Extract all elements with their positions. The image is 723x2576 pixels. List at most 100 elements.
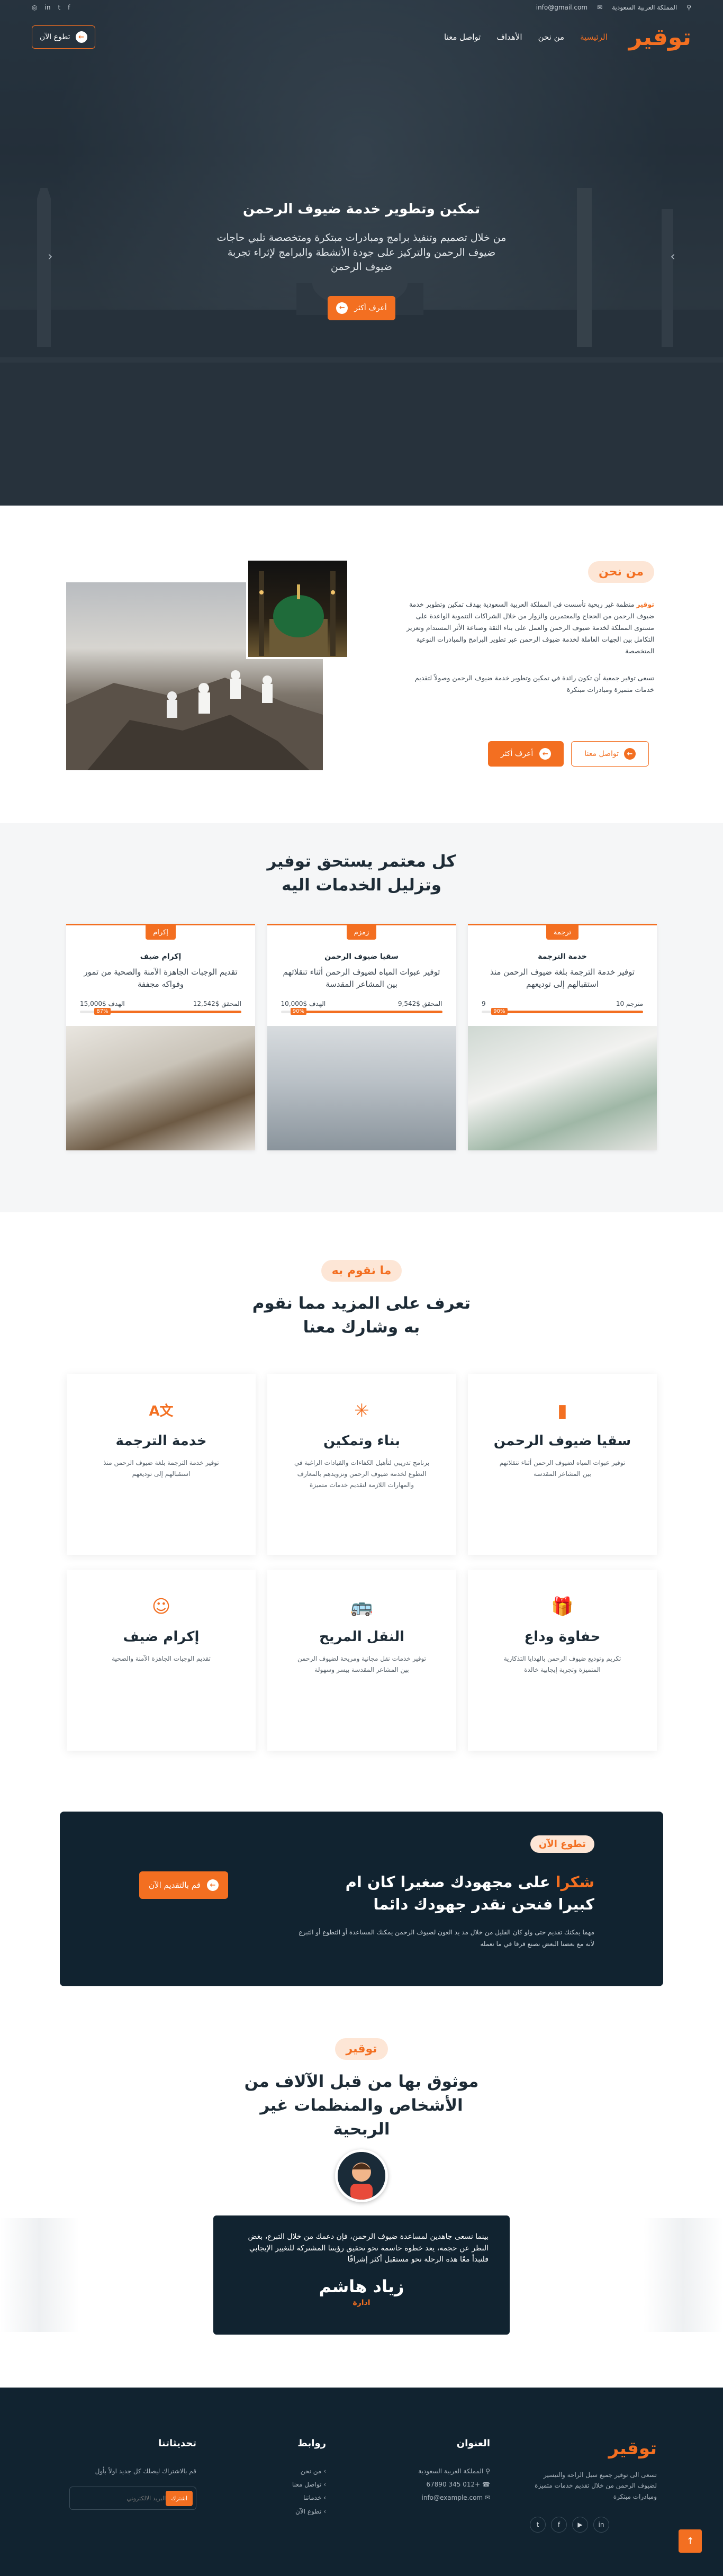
testimonials-title: موثوق بها من قبل الآلاف من الأشخاص والمن… (244, 2072, 479, 2139)
service-title: حفاوة وداع (524, 1629, 601, 1645)
footer-links-title: روابط (297, 2438, 326, 2449)
testimonial-quote: بينما نسعى جاهدين لمساعدة ضيوف الرحمن، ف… (248, 2232, 489, 2264)
campaign-raised: المحقق $9,542 (398, 1000, 442, 1007)
progress-fill (498, 1011, 643, 1013)
service-title: إكرام ضيف (123, 1629, 200, 1645)
about-paragraph-2: تسعى توقير جمعية أن تكون رائدة في تمكين … (414, 674, 654, 694)
footer-phone-text[interactable]: +012 345 67890 (427, 2481, 481, 2488)
goal-value: $10,000 (281, 1000, 308, 1007)
about-more-button[interactable]: ← أعرف أكثر (487, 741, 564, 767)
twitter-icon[interactable]: t (530, 2517, 546, 2533)
nav-volunteer-button[interactable]: ← تطوع الآن (32, 25, 95, 49)
service-desc: توفير خدمات نقل مجانية ومريحة لضيوف الرح… (297, 1655, 426, 1673)
footer: توقير تسعى الى توفير جميع سبل الراحة وال… (0, 2388, 723, 2576)
progress-percent: 90% (290, 1008, 306, 1015)
service-card[interactable]: 🎁 حفاوة وداع تكريم وتوديع ضيوف الرحمن با… (468, 1570, 657, 1751)
footer-link[interactable]: › خدماتنا (247, 2491, 326, 2505)
testi-badge-wrap: توقير (0, 2038, 723, 2060)
service-desc: تكريم وتوديع ضيوف الرحمن بالهدايا التذكا… (503, 1655, 621, 1673)
campaign-name: خدمة الترجمة (538, 952, 587, 961)
volunteer-title: شكرا على مجهودك صغيرا كان ام كبيرا فنحن … (319, 1871, 594, 1915)
service-title: خدمة الترجمة (115, 1433, 207, 1449)
about-buttons: ← تواصل معنا ← أعرف أكثر (487, 741, 649, 767)
footer-link-label: تطوع الآن (295, 2507, 322, 2515)
campaign-card[interactable]: ترجمة خدمة الترجمة توفير خدمة الترجمة بل… (468, 924, 657, 1150)
facebook-icon[interactable]: f (68, 4, 70, 11)
campaigns-section: كل معتمر يستحق توفير وتزليل الخدمات اليه… (0, 823, 723, 1212)
about-p1-text: منظمة غير ربحية تأسست في المملكة العربية… (406, 600, 654, 655)
linkedin-icon[interactable]: in (44, 4, 50, 11)
apply-now-label: قم بالتقديم الآن (149, 1880, 201, 1890)
testimonial-role: ادارة (353, 2299, 370, 2308)
campaigns-title: كل معتمر يستحق توفير وتزليل الخدمات اليه (267, 852, 456, 895)
services-section: ما نقوم به تعرف على المزيد مما نقوم به و… (0, 1212, 723, 1779)
service-card[interactable]: ☺ إكرام ضيف تقديم الوجبات الجاهزة الآمنة… (67, 1570, 256, 1751)
apply-now-button[interactable]: ← قم بالتقديم الآن (139, 1871, 228, 1899)
service-desc: توفير عبوات المياه لضيوف الرحمن أثناء تن… (499, 1459, 626, 1478)
back-to-top-button[interactable]: ↑ (679, 2529, 702, 2553)
service-desc: توفير خدمة الترجمة بلغة ضيوف الرحمن منذ … (103, 1459, 219, 1478)
gift-icon: 🎁 (551, 1596, 574, 1617)
footer-email-text[interactable]: info@example.com (422, 2494, 483, 2501)
phone-icon: ☎ (480, 2481, 490, 2489)
about-brand: توقير (636, 600, 654, 608)
nav-item-about[interactable]: من نحن (538, 32, 565, 42)
services-grid: ▮ سقيا ضيوف الرحمن توفير عبوات المياه لض… (66, 1374, 657, 1751)
about-more-label: أعرف أكثر (500, 750, 534, 758)
footer-link[interactable]: › تطوع الآن (247, 2505, 326, 2518)
service-card[interactable]: A文 خدمة الترجمة توفير خدمة الترجمة بلغة … (67, 1374, 256, 1555)
footer-address-title: العنوان (456, 2438, 490, 2449)
instagram-icon[interactable]: ◎ (32, 4, 37, 11)
youtube-icon[interactable]: ▶ (572, 2517, 588, 2533)
about-text: من نحن توقير منظمة غير ربحية تأسست في ال… (400, 561, 654, 696)
campaign-card[interactable]: زمزم سقيا ضيوف الرحمن توفير عبوات المياه… (267, 924, 456, 1150)
twitter-icon[interactable]: t (58, 4, 60, 11)
nav-item-contact[interactable]: تواصل معنا (444, 32, 481, 42)
linkedin-icon[interactable]: in (593, 2517, 609, 2533)
progress-fill (101, 1011, 241, 1013)
location-icon: ⚲ (686, 4, 691, 11)
avatar-illustration (338, 2152, 385, 2200)
testimonial-card-faded (0, 2218, 79, 2332)
nav-item-goals[interactable]: الأهداف (496, 32, 522, 42)
arrow-icon: ← (75, 31, 87, 43)
footer-email-line: ✉ info@example.com (384, 2491, 490, 2505)
subscribe-button[interactable]: اشترك (166, 2490, 193, 2506)
service-title: النقل المريح (319, 1629, 405, 1645)
campaign-name: سقيا ضيوف الرحمن (324, 952, 399, 961)
service-title: سقيا ضيوف الرحمن (493, 1433, 631, 1449)
service-card[interactable]: ▮ سقيا ضيوف الرحمن توفير عبوات المياه لض… (468, 1374, 657, 1555)
site-logo[interactable]: توقير (629, 24, 691, 51)
progress-fill (297, 1011, 442, 1013)
service-card[interactable]: 🚌 النقل المريح توفير خدمات نقل مجانية وم… (267, 1570, 456, 1751)
campaign-tag: زمزم (346, 925, 377, 940)
campaign-card[interactable]: إكرام إكرام ضيف تقديم الوجبات الجاهزة ال… (66, 924, 255, 1150)
mail-icon: ✉ (597, 4, 603, 11)
location-icon: ⚲ (483, 2467, 490, 2475)
raised-label: مترجم (626, 1000, 643, 1007)
footer-link[interactable]: › تواصل معنا (247, 2478, 326, 2491)
service-title: بناء وتمكين (323, 1433, 400, 1449)
subscribe-email-input[interactable] (73, 2494, 166, 2502)
footer-about-text: تسعى الى توفير جميع سبل الراحة والتيسير … (535, 2471, 657, 2500)
goal-label: الهدف (309, 1000, 326, 1007)
subscribe-form: اشترك (69, 2487, 196, 2510)
about-contact-button[interactable]: ← تواصل معنا (571, 741, 649, 767)
footer-logo[interactable]: توقير (530, 2438, 657, 2459)
dome-illustration (259, 571, 336, 657)
hero-more-button[interactable]: أعرف أكثر ← (328, 295, 395, 320)
footer-link[interactable]: › من نحن (247, 2465, 326, 2478)
facebook-icon[interactable]: f (551, 2517, 567, 2533)
campaign-desc: توفير عبوات المياه لضيوف الرحمن أثناء تن… (283, 967, 440, 989)
avatar (335, 2149, 388, 2202)
top-contact: ⚲ المملكة العربية السعودية ✉ info@gmail.… (536, 4, 691, 11)
footer-address-text: المملكة العربية السعودية (418, 2467, 484, 2475)
raised-value: 10 (616, 1000, 625, 1007)
footer-links: روابط › من نحن › تواصل معنا › خدماتنا › … (247, 2438, 326, 2518)
nav-right: توقير الرئيسية من نحن الأهداف تواصل معنا (444, 24, 691, 51)
service-card[interactable]: ✳ بناء وتمكين برنامج تدريبي لتأهيل الكفا… (267, 1374, 456, 1555)
nav-item-home[interactable]: الرئيسية (580, 32, 608, 42)
top-email[interactable]: info@gmail.com (536, 4, 588, 11)
footer-updates: تحديثاتنا قم بالاشتراك ليصلك كل جديد اول… (64, 2438, 196, 2510)
goal-label: الهدف (108, 1000, 125, 1007)
